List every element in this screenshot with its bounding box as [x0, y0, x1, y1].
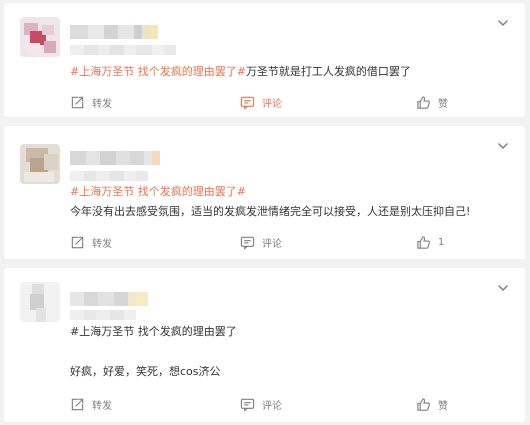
username-blurred[interactable]: [70, 292, 148, 306]
like-icon: [416, 235, 431, 250]
repost-button[interactable]: 转发: [70, 234, 112, 250]
comment-icon: [240, 235, 255, 250]
repost-label: 转发: [92, 400, 112, 412]
comment-button[interactable]: 评论: [240, 234, 282, 250]
repost-button[interactable]: 转发: [70, 94, 112, 110]
like-icon: [416, 397, 431, 412]
like-button[interactable]: 1: [416, 234, 444, 250]
post-body: 今年没有出去感受氛围，适当的发疯发泄情绪完全可以接受，人还是别太压抑自己!: [70, 205, 471, 218]
post-body: 好疯，好爱，笑死，想cos济公: [70, 365, 221, 378]
post-topic[interactable]: #上海万圣节 找个发疯的理由罢了#: [70, 184, 509, 200]
chevron-down-icon[interactable]: [497, 17, 509, 29]
repost-label: 转发: [92, 98, 112, 110]
chevron-down-icon[interactable]: [497, 282, 509, 294]
feed: #上海万圣节 找个发疯的理由罢了#万圣节就是打工人发疯的借口罢了 转发 评论 赞: [0, 0, 530, 425]
like-label: 赞: [438, 98, 448, 110]
like-icon: [416, 95, 431, 110]
comment-label: 评论: [262, 98, 282, 110]
post-body: 万圣节就是打工人发疯的借口罢了: [245, 65, 411, 78]
post-card: #上海万圣节 找个发疯的理由罢了# 今年没有出去感受氛围，适当的发疯发泄情绪完全…: [4, 126, 525, 259]
post-content: #上海万圣节 找个发疯的理由罢了#万圣节就是打工人发疯的借口罢了: [70, 64, 509, 80]
like-button[interactable]: 赞: [416, 396, 448, 412]
username-blurred[interactable]: [70, 25, 158, 39]
post-meta-blurred: [70, 45, 176, 55]
repost-button[interactable]: 转发: [70, 396, 112, 412]
post-card: #上海万圣节 找个发疯的理由罢了#万圣节就是打工人发疯的借口罢了 转发 评论 赞: [4, 3, 525, 117]
comment-label: 评论: [262, 238, 282, 250]
comment-icon: [240, 397, 255, 412]
action-bar: 转发 评论 1: [4, 234, 525, 250]
repost-icon: [70, 95, 85, 110]
topic-link[interactable]: #上海万圣节 找个发疯的理由罢了#: [70, 185, 246, 198]
like-button[interactable]: 赞: [416, 94, 448, 110]
post-topic: #上海万圣节 找个发疯的理由罢了: [70, 324, 509, 340]
like-count: 1: [438, 236, 445, 248]
comment-label: 评论: [262, 400, 282, 412]
post-meta-blurred: [70, 310, 136, 320]
action-bar: 转发 评论 赞: [4, 396, 525, 412]
repost-icon: [70, 397, 85, 412]
comment-button[interactable]: 评论: [240, 94, 282, 110]
username-blurred[interactable]: [70, 151, 160, 165]
topic-link[interactable]: #上海万圣节 找个发疯的理由罢了#: [70, 65, 246, 78]
avatar[interactable]: [20, 17, 60, 57]
repost-icon: [70, 235, 85, 250]
repost-label: 转发: [92, 238, 112, 250]
comment-icon: [240, 95, 255, 110]
chevron-down-icon[interactable]: [497, 140, 509, 152]
action-bar: 转发 评论 赞: [4, 94, 525, 110]
comment-button[interactable]: 评论: [240, 396, 282, 412]
avatar[interactable]: [20, 282, 60, 322]
post-card: #上海万圣节 找个发疯的理由罢了 好疯，好爱，笑死，想cos济公 转发 评论 赞: [4, 268, 525, 422]
topic-text: #上海万圣节 找个发疯的理由罢了: [70, 325, 237, 338]
like-label: 赞: [438, 400, 448, 412]
post-meta-blurred: [70, 171, 148, 181]
avatar[interactable]: [20, 144, 60, 184]
